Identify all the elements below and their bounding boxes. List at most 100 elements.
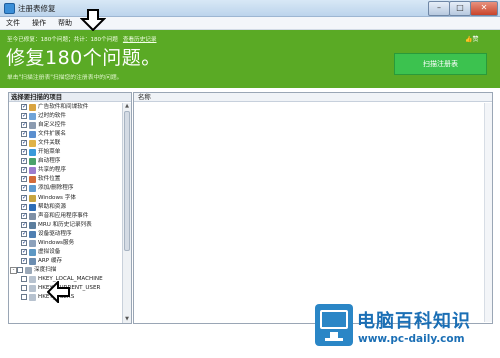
item-label: 文件扩展名 xyxy=(38,131,66,138)
scan-item[interactable]: 虚拟设备 xyxy=(9,248,122,256)
adware-icon xyxy=(29,104,36,111)
scan-registry-button[interactable]: 扫描注册表 xyxy=(394,53,487,75)
close-button[interactable]: ✕ xyxy=(470,1,498,16)
maximize-button[interactable]: □ xyxy=(449,1,471,16)
item-label: 启动程序 xyxy=(38,158,61,165)
scan-item[interactable]: - 深度扫描 xyxy=(9,266,122,275)
menu-action[interactable]: 操作 xyxy=(32,18,46,28)
add-remove-icon xyxy=(29,185,36,193)
item-checkbox[interactable] xyxy=(21,139,27,148)
name-column-header[interactable]: 名称 xyxy=(134,93,492,102)
item-checkbox[interactable] xyxy=(21,239,27,247)
item-checkbox[interactable] xyxy=(21,103,27,112)
item-label: MRU 和历史记录列表 xyxy=(38,221,92,228)
item-checkbox[interactable] xyxy=(21,221,27,229)
item-label: 广告软件和间谍软件 xyxy=(38,104,89,110)
item-label: 设备驱动程序 xyxy=(38,230,72,237)
scan-item[interactable]: MRU 和历史记录列表 xyxy=(9,221,122,229)
menu-bar: 文件 操作 帮助 xyxy=(0,17,500,30)
watermark-title: 电脑百科知识 xyxy=(357,311,471,332)
arp-icon xyxy=(29,257,36,265)
item-checkbox[interactable] xyxy=(21,121,27,130)
item-label: 添加/删除程序 xyxy=(38,185,74,192)
annotation-arrow-left xyxy=(47,281,70,303)
watermark-url: www.pc-daily.com xyxy=(358,333,465,345)
item-checkbox[interactable] xyxy=(21,130,27,139)
item-checkbox[interactable] xyxy=(21,112,27,121)
status-banner: 至今已修复：180个问题；共计：180个问题 查看历史记录 修复180个问题。 单… xyxy=(0,30,500,88)
item-checkbox[interactable] xyxy=(21,212,27,220)
item-checkbox[interactable] xyxy=(21,203,27,211)
control-icon xyxy=(29,122,36,130)
scan-item[interactable]: 自定义控件 xyxy=(9,121,122,130)
virtual-device-icon xyxy=(29,248,36,256)
scan-items-header: 选择要扫描的项目 xyxy=(9,93,131,102)
item-checkbox[interactable] xyxy=(21,175,27,184)
title-bar: 注册表修复 – □ ✕ xyxy=(0,0,500,17)
startup-icon xyxy=(29,158,36,166)
like-button[interactable]: 👍赞 xyxy=(465,34,479,43)
scroll-up-icon[interactable]: ▲ xyxy=(124,103,130,109)
item-label: 帮助和资源 xyxy=(38,203,66,210)
results-scrollbar[interactable] xyxy=(484,103,492,322)
scan-item[interactable]: 声音和应用程序事件 xyxy=(9,212,122,220)
item-label: 文件关联 xyxy=(38,140,61,147)
results-panel: 名称 xyxy=(133,92,493,324)
driver-icon xyxy=(29,230,36,238)
collapse-icon[interactable]: - xyxy=(10,266,17,274)
scan-item[interactable]: 共享的程序 xyxy=(9,166,122,175)
item-label: 开始菜单 xyxy=(38,149,61,156)
item-checkbox[interactable] xyxy=(21,285,27,291)
item-checkbox[interactable] xyxy=(17,266,23,273)
item-checkbox[interactable] xyxy=(21,230,27,238)
scan-item[interactable]: 帮助和资源 xyxy=(9,203,122,211)
scan-item[interactable]: 广告软件和间谍软件 xyxy=(9,103,122,112)
monitor-base xyxy=(325,338,343,341)
shared-icon xyxy=(29,167,36,175)
registry-icon xyxy=(29,294,36,302)
item-checkbox[interactable] xyxy=(21,184,27,193)
item-label: 自定义控件 xyxy=(38,122,66,129)
sound-icon xyxy=(29,212,36,220)
start-menu-icon xyxy=(29,149,36,157)
item-checkbox[interactable] xyxy=(21,257,27,265)
scroll-down-icon[interactable]: ▼ xyxy=(124,316,130,322)
item-checkbox[interactable] xyxy=(21,248,27,256)
scan-item[interactable]: 添加/删除程序 xyxy=(9,184,122,193)
scan-item[interactable]: 设备驱动程序 xyxy=(9,230,122,238)
file-assoc-icon xyxy=(29,140,36,148)
minimize-button[interactable]: – xyxy=(428,1,450,16)
scan-hint: 单击"扫描注册表"扫描您的注册表中的问题。 xyxy=(7,75,123,81)
item-checkbox[interactable] xyxy=(21,275,27,282)
deep-scan-icon xyxy=(25,266,32,274)
scan-item[interactable]: 文件关联 xyxy=(9,139,122,148)
software-icon xyxy=(29,113,36,121)
scan-item[interactable]: 过时的软件 xyxy=(9,112,122,121)
help-icon xyxy=(29,203,36,211)
like-label: 赞 xyxy=(472,36,479,43)
scan-item[interactable]: 文件扩展名 xyxy=(9,130,122,139)
item-label: Windows服务 xyxy=(38,239,75,246)
item-checkbox[interactable] xyxy=(21,157,27,166)
window-title: 注册表修复 xyxy=(18,4,56,13)
item-checkbox[interactable] xyxy=(21,148,27,157)
item-checkbox[interactable] xyxy=(21,194,27,202)
menu-help[interactable]: 帮助 xyxy=(58,18,72,28)
item-label: Windows 字体 xyxy=(38,194,76,201)
scan-item[interactable]: Windows服务 xyxy=(9,239,122,247)
scan-item[interactable]: 软件位置 xyxy=(9,175,122,184)
scan-item[interactable]: ARP 缓存 xyxy=(9,257,122,265)
item-checkbox[interactable] xyxy=(21,294,27,301)
registry-icon xyxy=(29,275,36,283)
scan-item[interactable]: Windows 字体 xyxy=(9,194,122,202)
scan-item[interactable]: 启动程序 xyxy=(9,157,122,166)
scan-item[interactable]: 开始菜单 xyxy=(9,148,122,157)
scroll-thumb[interactable] xyxy=(124,111,130,251)
location-icon xyxy=(29,176,36,184)
left-scrollbar[interactable]: ▲ ▼ xyxy=(122,103,131,323)
menu-file[interactable]: 文件 xyxy=(6,18,20,28)
item-label: 声音和应用程序事件 xyxy=(38,212,89,219)
registry-icon xyxy=(29,285,36,292)
item-checkbox[interactable] xyxy=(21,166,27,175)
item-label: 深度扫描 xyxy=(34,266,57,273)
